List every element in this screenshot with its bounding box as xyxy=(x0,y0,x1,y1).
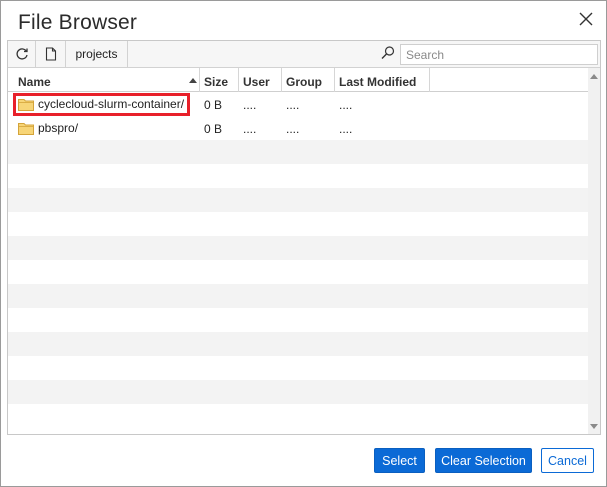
file-name-cell[interactable]: cyclecloud-slurm-container/ xyxy=(18,92,184,116)
select-button[interactable]: Select xyxy=(374,448,425,473)
table-row[interactable]: pbspro/ 0 B .... .... .... xyxy=(8,116,588,140)
file-name: pbspro/ xyxy=(38,121,79,135)
file-user: .... xyxy=(243,122,257,136)
column-header-size[interactable]: Size xyxy=(200,68,239,92)
file-table: Name Size User Group Last Modified cycle… xyxy=(8,68,588,434)
file-group: .... xyxy=(286,98,300,112)
clear-selection-button[interactable]: Clear Selection xyxy=(435,448,532,473)
empty-row xyxy=(8,212,588,236)
column-header-last-modified[interactable]: Last Modified xyxy=(335,68,430,92)
file-name: cyclecloud-slurm-container/ xyxy=(38,97,185,111)
empty-row xyxy=(8,140,588,164)
empty-row xyxy=(8,188,588,212)
refresh-icon xyxy=(15,48,28,60)
table-row[interactable]: cyclecloud-slurm-container/ 0 B .... ...… xyxy=(8,92,588,116)
cancel-button[interactable]: Cancel xyxy=(541,448,594,473)
table-header: Name Size User Group Last Modified xyxy=(8,68,588,92)
file-last-modified: .... xyxy=(339,122,353,136)
search-input[interactable] xyxy=(400,44,598,65)
path-breadcrumb[interactable]: projects xyxy=(66,41,128,67)
search-icon[interactable] xyxy=(380,45,396,61)
file-last-modified: .... xyxy=(339,98,353,112)
empty-row xyxy=(8,404,588,428)
close-icon[interactable] xyxy=(575,9,597,31)
empty-row xyxy=(8,164,588,188)
column-header-group[interactable]: Group xyxy=(282,68,335,92)
toolbar: projects xyxy=(8,41,600,68)
empty-row xyxy=(8,236,588,260)
dialog-title: File Browser xyxy=(18,11,138,34)
column-header-name-label: Name xyxy=(18,75,51,89)
file-name-cell[interactable]: pbspro/ xyxy=(18,116,78,140)
empty-row xyxy=(8,284,588,308)
file-size: 0 B xyxy=(204,122,223,136)
file-browser-panel: projects Name Size User Group Last Modif… xyxy=(7,40,601,435)
file-browser-dialog: File Browser projects Search Name Size U… xyxy=(0,0,607,487)
vertical-scrollbar[interactable] xyxy=(588,68,600,434)
file-size: 0 B xyxy=(204,98,223,112)
file-group: .... xyxy=(286,122,300,136)
column-header-user[interactable]: User xyxy=(239,68,282,92)
column-header-name[interactable]: Name xyxy=(8,68,200,92)
empty-row xyxy=(8,380,588,404)
refresh-button[interactable] xyxy=(8,41,36,67)
empty-row xyxy=(8,308,588,332)
scroll-up-icon[interactable] xyxy=(590,74,598,79)
empty-row xyxy=(8,332,588,356)
new-file-icon xyxy=(45,47,56,61)
file-user: .... xyxy=(243,98,257,112)
folder-icon xyxy=(18,122,34,135)
table-body: cyclecloud-slurm-container/ 0 B .... ...… xyxy=(8,92,588,428)
magnifier-glyph xyxy=(381,46,395,59)
empty-row xyxy=(8,260,588,284)
new-file-button[interactable] xyxy=(36,41,66,67)
empty-row xyxy=(8,356,588,380)
scroll-down-icon[interactable] xyxy=(590,424,598,429)
folder-icon xyxy=(18,98,34,111)
close-x-glyph xyxy=(579,12,593,26)
sort-ascending-icon xyxy=(189,78,197,83)
